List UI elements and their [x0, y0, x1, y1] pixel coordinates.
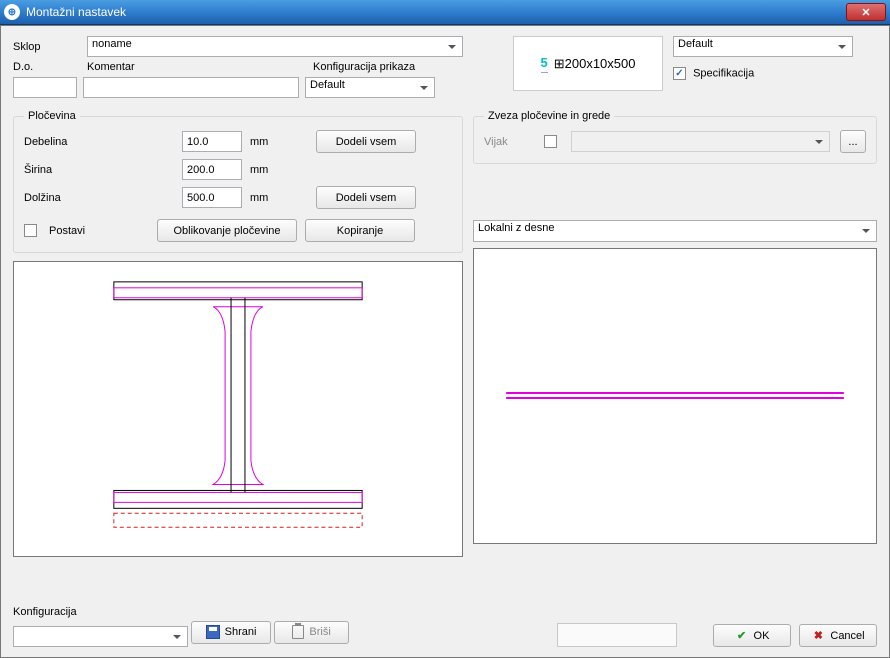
vijak-combo: [571, 131, 830, 152]
vijak-more-button[interactable]: ...: [840, 130, 866, 153]
dolzina-unit: mm: [250, 192, 280, 204]
dodeli-vsem-2-button[interactable]: Dodeli vsem: [316, 186, 416, 209]
zveza-legend: Zveza pločevine in grede: [484, 110, 614, 122]
close-button[interactable]: ✕: [846, 3, 886, 21]
sklop-combo[interactable]: noname: [87, 36, 463, 57]
save-icon: [206, 625, 220, 639]
side-canvas: [473, 248, 877, 544]
ok-button[interactable]: ✔ OK: [713, 624, 791, 647]
trash-icon: [292, 625, 304, 639]
do-input[interactable]: [13, 77, 77, 98]
postavi-label: Postavi: [49, 225, 149, 237]
sirina-input[interactable]: [182, 159, 242, 180]
cancel-button[interactable]: ✖ Cancel: [799, 624, 877, 647]
sirina-label: Širina: [24, 164, 174, 176]
debelina-unit: mm: [250, 136, 280, 148]
spec-label: Specifikacija: [693, 67, 754, 79]
preview-dims: ⊞200x10x500: [554, 56, 636, 72]
komentar-input[interactable]: [83, 77, 299, 98]
oblikovanje-button[interactable]: Oblikovanje pločevine: [157, 219, 297, 242]
spec-checkbox[interactable]: [673, 67, 686, 80]
konfig-prikaza-combo[interactable]: Default: [305, 77, 435, 98]
plocevina-group: Pločevina Debelina mm Dodeli vsem Širina…: [13, 110, 463, 253]
preview-index: 5: [541, 55, 548, 73]
konfig-prikaza-label: Konfiguracija prikaza: [313, 61, 415, 73]
dolzina-input[interactable]: [182, 187, 242, 208]
komentar-label: Komentar: [87, 61, 307, 73]
window-title: Montažni nastavek: [26, 5, 846, 19]
status-box: [557, 623, 677, 647]
dodeli-vsem-1-button[interactable]: Dodeli vsem: [316, 130, 416, 153]
postavi-checkbox[interactable]: [24, 224, 37, 237]
debelina-input[interactable]: [182, 131, 242, 152]
sirina-unit: mm: [250, 164, 280, 176]
cancel-icon: ✖: [811, 629, 825, 643]
zveza-group: Zveza pločevine in grede Vijak ...: [473, 110, 877, 164]
shrani-button[interactable]: Shrani: [191, 621, 271, 644]
sklop-label: Sklop: [13, 41, 81, 53]
coord-combo[interactable]: Lokalni z desne: [473, 220, 877, 242]
vijak-checkbox[interactable]: [544, 135, 557, 148]
konfig-combo[interactable]: [13, 626, 188, 647]
section-canvas: [13, 261, 463, 557]
do-label: D.o.: [13, 61, 81, 73]
preview-box: 5 ⊞200x10x500: [513, 36, 663, 91]
app-icon: ⊕: [4, 4, 20, 20]
plocevina-legend: Pločevina: [24, 110, 80, 122]
dolzina-label: Dolžina: [24, 192, 174, 204]
vijak-label: Vijak: [484, 136, 534, 148]
konfig-label: Konfiguracija: [13, 606, 383, 618]
type-combo[interactable]: Default: [673, 36, 853, 57]
check-icon: ✔: [735, 629, 749, 643]
kopiranje-button[interactable]: Kopiranje: [305, 219, 415, 242]
debelina-label: Debelina: [24, 136, 174, 148]
brisi-button[interactable]: Briši: [274, 621, 349, 644]
